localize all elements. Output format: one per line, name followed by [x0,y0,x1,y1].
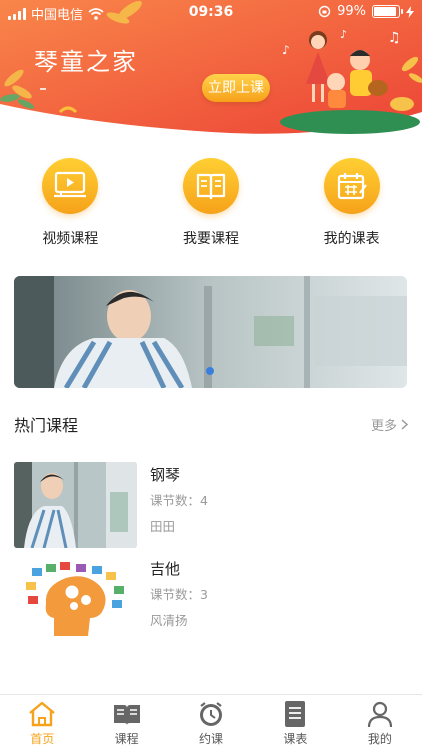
course-teacher: 田田 [150,519,176,534]
course-name: 吉他 [150,560,181,578]
charging-icon [406,5,414,18]
bottom-tab-bar: 首页 课程 约课 课表 我的 [0,694,422,750]
status-bar: 中国电信 09:36 99% [0,0,422,24]
battery-percent: 99% [337,4,366,19]
tab-booking[interactable]: 约课 [169,695,253,750]
quick-entry-label: 视频课程 [42,231,99,247]
tab-schedule[interactable]: 课表 [253,695,337,750]
course-lesson-count: 课节数：3 [150,587,208,602]
tab-label: 课表 [283,732,308,746]
app-title: 琴童之家 [34,48,138,76]
orientation-lock-icon [318,5,331,18]
tab-label: 我的 [367,732,392,746]
banner-carousel[interactable] [14,276,407,388]
home-icon [29,701,55,727]
tab-home[interactable]: 首页 [0,695,84,750]
course-teacher: 风清扬 [150,613,188,628]
quick-entry-my-schedule[interactable]: 我的课表 [281,150,422,250]
tab-label: 约课 [199,732,224,746]
tab-courses[interactable]: 课程 [84,695,168,750]
list-doc-icon [285,701,306,727]
battery-icon [372,5,403,18]
svg-text:♫: ♫ [388,30,401,46]
course-lesson-count: 课节数：4 [150,493,208,508]
course-item[interactable]: 吉他 课节数：3 风清扬 [14,556,408,642]
banner-image [14,276,407,388]
calendar-icon [323,158,380,214]
course-item[interactable]: 钢琴 课节数：4 田田 [14,462,408,548]
quick-entry-my-courses[interactable]: 我要课程 [141,150,282,250]
tab-mine[interactable]: 我的 [338,695,422,750]
hot-courses-title: 热门课程 [14,416,79,435]
person-icon [367,701,392,728]
chevron-right-icon [401,418,408,430]
book-icon [182,158,239,214]
more-label: 更多 [370,418,397,434]
svg-text:♪: ♪ [340,28,347,41]
video-course-icon [42,158,99,214]
tab-label: 课程 [114,732,139,746]
quick-entry-label: 我的课表 [323,231,380,247]
clock-icon [200,702,223,726]
kids-music-illustration: ♪ ♫ ♪ [280,28,422,134]
start-class-button[interactable]: 立即上课 [202,74,270,102]
course-name: 钢琴 [150,466,181,484]
more-link[interactable]: 更多 [371,415,408,434]
course-thumbnail [14,556,137,642]
header: 中国电信 09:36 99% 琴童之家 立即上课 ♪ ♫ ♪ [0,0,422,140]
quick-entry-row: 视频课程 我要课程 我的课表 [0,150,422,250]
hot-courses-header: 热门课程 更多 [14,410,408,438]
svg-text:♪: ♪ [282,43,290,57]
quick-entry-video-course[interactable]: 视频课程 [0,150,141,250]
tab-label: 首页 [30,732,55,746]
quick-entry-label: 我要课程 [182,231,239,247]
open-book-icon [113,705,140,725]
course-thumbnail [14,462,137,548]
